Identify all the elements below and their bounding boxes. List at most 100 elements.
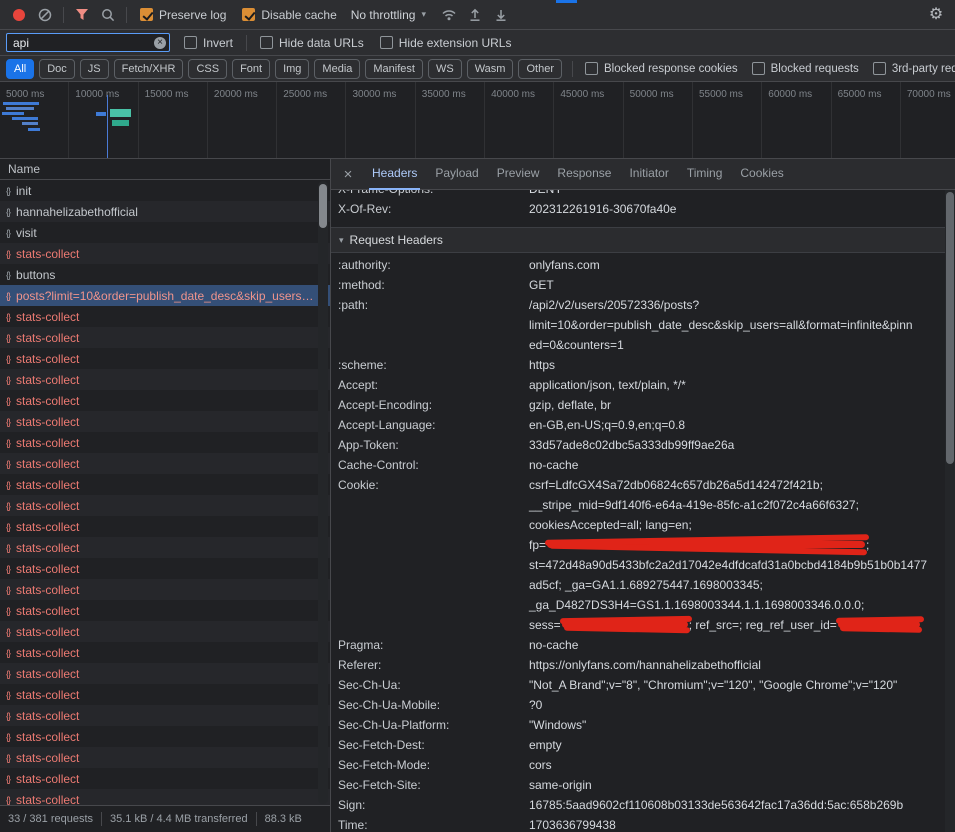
request-row[interactable]: {}stats-collect — [0, 327, 330, 348]
timeline-tick-label: 15000 ms — [145, 89, 189, 100]
request-row[interactable]: {}stats-collect — [0, 516, 330, 537]
type-filter-other[interactable]: Other — [518, 59, 562, 79]
filter-input[interactable] — [6, 33, 170, 52]
header-value-line: fp=; — [529, 535, 941, 555]
request-row[interactable]: {}stats-collect — [0, 642, 330, 663]
tab-headers[interactable]: Headers — [363, 159, 426, 190]
request-list-scrollbar[interactable] — [318, 181, 328, 804]
request-row[interactable]: {}stats-collect — [0, 705, 330, 726]
export-har-button[interactable] — [488, 2, 514, 28]
waterfall-activity — [12, 117, 38, 120]
request-row[interactable]: {}stats-collect — [0, 768, 330, 789]
type-filter-fetch-xhr[interactable]: Fetch/XHR — [114, 59, 184, 79]
type-filter-wasm[interactable]: Wasm — [467, 59, 514, 79]
hide-extension-urls-checkbox[interactable]: Hide extension URLs — [380, 36, 512, 50]
preserve-log-checkbox[interactable]: Preserve log — [140, 8, 226, 22]
request-row[interactable]: {}buttons — [0, 264, 330, 285]
request-name: buttons — [16, 268, 330, 282]
tab-timing[interactable]: Timing — [678, 159, 732, 190]
request-row[interactable]: {}stats-collect — [0, 600, 330, 621]
network-conditions-button[interactable] — [436, 2, 462, 28]
network-conditions-icon — [441, 8, 457, 21]
tab-response[interactable]: Response — [548, 159, 620, 190]
type-filter-font[interactable]: Font — [232, 59, 270, 79]
request-row[interactable]: {}hannahelizabethofficial — [0, 201, 330, 222]
header-name: Sec-Ch-Ua: — [331, 675, 529, 695]
header-row: Sec-Fetch-Dest:empty — [331, 735, 955, 755]
tab-payload[interactable]: Payload — [426, 159, 487, 190]
gear-icon: ⚙ — [929, 7, 943, 23]
request-row[interactable]: {}stats-collect — [0, 558, 330, 579]
json-file-icon: {} — [6, 375, 10, 385]
request-row[interactable]: {}stats-collect — [0, 747, 330, 768]
tab-initiator[interactable]: Initiator — [620, 159, 677, 190]
request-row[interactable]: {}stats-collect — [0, 663, 330, 684]
settings-button[interactable]: ⚙ — [923, 2, 949, 28]
request-row[interactable]: {}stats-collect — [0, 411, 330, 432]
request-row[interactable]: {}stats-collect — [0, 684, 330, 705]
type-filter-img[interactable]: Img — [275, 59, 309, 79]
type-filter-media[interactable]: Media — [314, 59, 360, 79]
request-row[interactable]: {}posts?limit=10&order=publish_date_desc… — [0, 285, 330, 306]
record-button[interactable] — [6, 2, 32, 28]
header-value: no-cache — [529, 455, 955, 475]
clear-button[interactable] — [32, 2, 58, 28]
request-row[interactable]: {}stats-collect — [0, 243, 330, 264]
name-column-header[interactable]: Name — [0, 159, 330, 180]
request-row[interactable]: {}stats-collect — [0, 789, 330, 805]
request-headers-section[interactable]: ▾ Request Headers — [331, 227, 955, 253]
close-details-icon[interactable]: × — [337, 166, 359, 183]
request-row[interactable]: {}stats-collect — [0, 432, 330, 453]
header-row: Sec-Ch-Ua-Mobile:?0 — [331, 695, 955, 715]
timeline-tick-label: 35000 ms — [422, 89, 466, 100]
hide-data-urls-checkbox[interactable]: Hide data URLs — [260, 36, 364, 50]
request-name: visit — [16, 226, 330, 240]
third-party-requests-checkbox[interactable]: 3rd-party requests — [873, 62, 955, 75]
request-row[interactable]: {}stats-collect — [0, 537, 330, 558]
resource-type-filters: AllDocJSFetch/XHRCSSFontImgMediaManifest… — [6, 59, 567, 79]
request-row[interactable]: {}stats-collect — [0, 621, 330, 642]
header-name: Sec-Ch-Ua-Platform: — [331, 715, 529, 735]
request-row[interactable]: {}stats-collect — [0, 726, 330, 747]
request-row[interactable]: {}stats-collect — [0, 495, 330, 516]
request-row[interactable]: {}visit — [0, 222, 330, 243]
request-row[interactable]: {}stats-collect — [0, 369, 330, 390]
type-filter-all[interactable]: All — [6, 59, 34, 79]
header-row: Sec-Fetch-Site:same-origin — [331, 775, 955, 795]
type-filter-doc[interactable]: Doc — [39, 59, 75, 79]
filter-toggle-button[interactable] — [69, 2, 95, 28]
search-button[interactable] — [95, 2, 121, 28]
timeline-tick-label: 60000 ms — [768, 89, 812, 100]
disable-cache-checkbox[interactable]: Disable cache — [242, 8, 336, 22]
clear-icon — [38, 8, 52, 22]
blocked-requests-checkbox[interactable]: Blocked requests — [752, 62, 859, 75]
header-row: Accept:application/json, text/plain, */* — [331, 375, 955, 395]
header-value-line: ad5cf; _ga=GA1.1.689275447.1698003345; — [529, 575, 941, 595]
scrollbar-thumb[interactable] — [319, 184, 327, 228]
blocked-response-cookies-checkbox[interactable]: Blocked response cookies — [585, 62, 738, 75]
tab-cookies[interactable]: Cookies — [731, 159, 792, 190]
request-row[interactable]: {}stats-collect — [0, 306, 330, 327]
request-row[interactable]: {}stats-collect — [0, 474, 330, 495]
clear-filter-icon[interactable]: × — [154, 37, 166, 49]
request-row[interactable]: {}stats-collect — [0, 348, 330, 369]
details-scrollbar[interactable] — [945, 190, 955, 832]
type-filter-js[interactable]: JS — [80, 59, 109, 79]
request-row[interactable]: {}init — [0, 180, 330, 201]
tab-preview[interactable]: Preview — [488, 159, 549, 190]
type-filter-manifest[interactable]: Manifest — [365, 59, 423, 79]
request-row[interactable]: {}stats-collect — [0, 579, 330, 600]
checkbox-box — [873, 62, 886, 75]
json-file-icon: {} — [6, 669, 10, 679]
header-value-text: sess= — [529, 618, 561, 632]
throttling-select[interactable]: No throttling ▾ — [351, 8, 426, 22]
network-overview[interactable]: 5000 ms10000 ms15000 ms20000 ms25000 ms3… — [0, 82, 955, 159]
invert-checkbox[interactable]: Invert — [184, 36, 233, 50]
type-filter-ws[interactable]: WS — [428, 59, 462, 79]
request-list: {}init{}hannahelizabethofficial{}visit{}… — [0, 180, 330, 805]
request-row[interactable]: {}stats-collect — [0, 390, 330, 411]
type-filter-css[interactable]: CSS — [188, 59, 227, 79]
import-har-button[interactable] — [462, 2, 488, 28]
scrollbar-thumb[interactable] — [946, 192, 954, 464]
request-row[interactable]: {}stats-collect — [0, 453, 330, 474]
